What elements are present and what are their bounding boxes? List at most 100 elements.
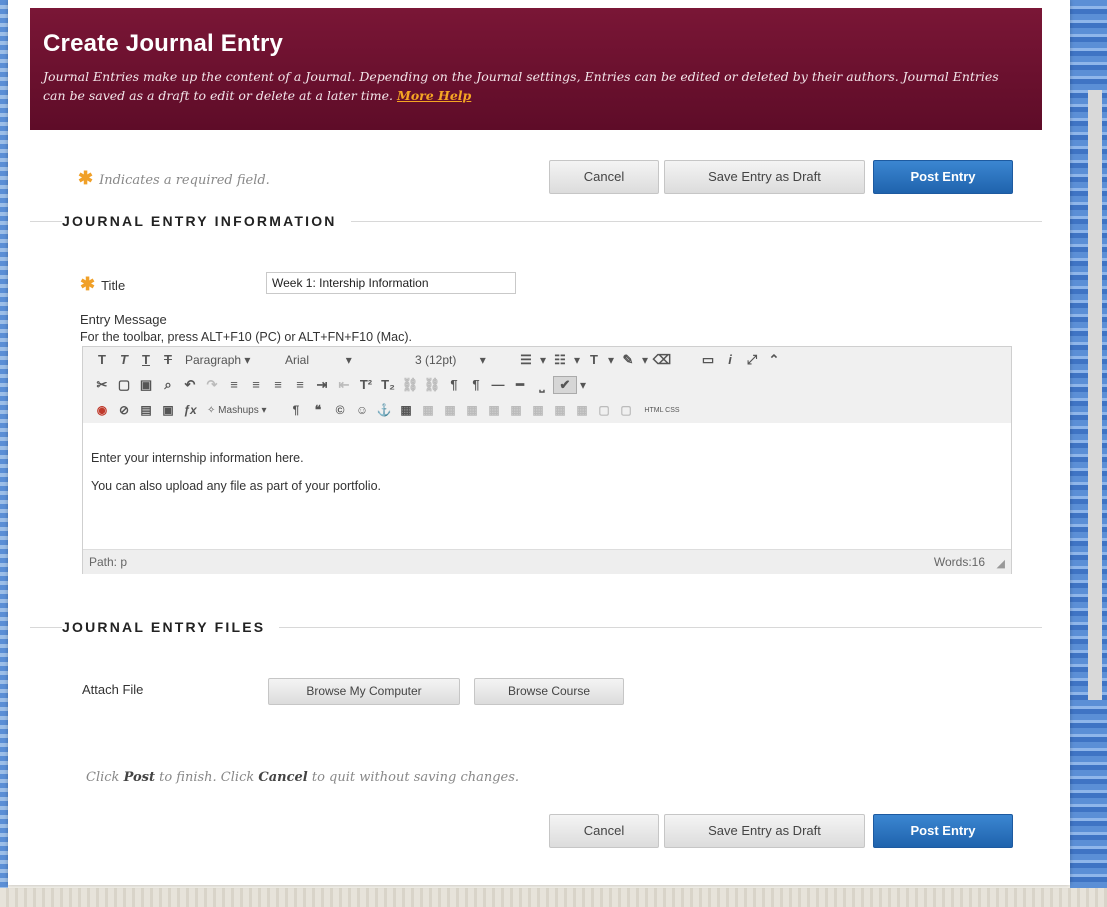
paragraph-mark-icon[interactable]: ¶ [285, 403, 307, 417]
editor-line-1: Enter your internship information here. [91, 451, 304, 465]
fullscreen-icon[interactable]: ⤢ [741, 352, 763, 368]
align-left-icon[interactable]: ≡ [223, 377, 245, 392]
paragraph-format-dropdown[interactable]: Paragraph ▾ [185, 353, 285, 367]
strikethrough-icon[interactable]: T [157, 352, 179, 367]
highlight-icon[interactable]: ✎ [617, 352, 639, 368]
info-icon[interactable]: i [719, 352, 741, 367]
find-icon[interactable]: ⌕ [157, 377, 179, 393]
emoticon-icon[interactable]: ☺ [351, 403, 373, 417]
save-draft-button-bottom[interactable]: Save Entry as Draft [664, 814, 865, 848]
page-description: Journal Entries make up the content of a… [43, 67, 1024, 105]
indent-icon[interactable]: ⇥ [311, 377, 333, 393]
save-draft-button-top[interactable]: Save Entry as Draft [664, 160, 865, 194]
copy-icon[interactable]: ▢ [113, 377, 135, 393]
page-title: Create Journal Entry [43, 30, 284, 57]
undo-icon[interactable]: ↶ [179, 377, 201, 393]
browse-my-computer-button[interactable]: Browse My Computer [268, 678, 460, 705]
description-text: Journal Entries make up the content of a… [43, 69, 999, 103]
toolbar-hint: For the toolbar, press ALT+F10 (PC) or A… [80, 330, 412, 344]
italic-style-icon[interactable]: T [113, 352, 135, 367]
footer-text-3: to quit without saving changes. [307, 770, 520, 785]
insert-col-before-icon[interactable]: ▦ [527, 403, 549, 417]
media-icon[interactable]: ▣ [157, 403, 179, 417]
footer-cancel-word: Cancel [258, 770, 308, 785]
merge-cell-icon[interactable]: ▢ [615, 403, 637, 417]
editor-toolbar-row-1: T T T T Paragraph ▾ Arial ▾ 3 (12pt) ▾ ☰… [83, 347, 1011, 372]
superscript-icon[interactable]: T² [355, 377, 377, 392]
collapse-toolbar-icon[interactable]: ⌃ [763, 352, 785, 368]
align-center-icon[interactable]: ≡ [245, 377, 267, 392]
attach-icon[interactable]: ⊘ [113, 403, 135, 417]
outdent-icon[interactable]: ⇤ [333, 377, 355, 393]
required-star-icon: ✱ [78, 168, 94, 189]
blockquote-icon[interactable]: ❝ [307, 403, 329, 417]
bottom-page-border [0, 888, 1107, 907]
editor-toolbar-row-3: ◉ ⊘ ▤ ▣ ƒx ✧ Mashups ▾ ¶ ❝ © ☺ ⚓ ▦ ▦ ▦ ▦… [83, 397, 1011, 423]
delete-col-icon[interactable]: ▦ [571, 403, 593, 417]
footer-text-2: to finish. Click [154, 770, 259, 785]
editor-content-area[interactable]: Enter your internship information here. … [83, 443, 1011, 547]
nonbreaking-space-icon[interactable]: ⎵ [531, 377, 553, 393]
browse-course-button[interactable]: Browse Course [474, 678, 624, 705]
insert-row-after-icon[interactable]: ▦ [483, 403, 505, 417]
subscript-icon[interactable]: T₂ [377, 377, 399, 392]
editor-path: Path: p [89, 555, 128, 569]
cancel-button-top[interactable]: Cancel [549, 160, 659, 194]
align-right-icon[interactable]: ≡ [267, 377, 289, 392]
ltr-icon[interactable]: ¶ [443, 377, 465, 392]
post-entry-button-bottom[interactable]: Post Entry [873, 814, 1013, 848]
journal-entry-information-heading: JOURNAL ENTRY INFORMATION [62, 213, 351, 229]
justify-icon[interactable]: ≡ [289, 377, 311, 392]
footer-text-1: Click [86, 770, 124, 785]
rich-text-editor: T T T T Paragraph ▾ Arial ▾ 3 (12pt) ▾ ☰… [82, 346, 1012, 574]
insert-row-before-icon[interactable]: ▦ [461, 403, 483, 417]
editor-line-2: You can also upload any file as part of … [91, 479, 382, 493]
image-icon[interactable]: ▤ [135, 403, 157, 417]
more-help-link[interactable]: More Help [397, 88, 471, 103]
spellcheck-icon[interactable]: ✔ [553, 375, 577, 394]
html-css-icon[interactable]: HTML CSS [637, 407, 687, 414]
cut-icon[interactable]: ✂ [91, 377, 113, 393]
insert-col-after-icon[interactable]: ▦ [549, 403, 571, 417]
text-color-icon[interactable]: T [583, 352, 605, 367]
word-count: Words:16 [933, 555, 985, 569]
numbered-list-icon[interactable]: ☷ [549, 352, 571, 368]
thick-rule-icon[interactable]: ━ [509, 377, 531, 393]
underline-style-icon[interactable]: T [135, 352, 157, 367]
paragraph-format-value: Paragraph [185, 352, 242, 367]
rtl-icon[interactable]: ¶ [465, 377, 487, 392]
preview-icon[interactable]: ▭ [697, 352, 719, 368]
left-page-border [0, 0, 8, 907]
link-icon[interactable]: ⛓ [399, 377, 421, 393]
post-entry-button-top[interactable]: Post Entry [873, 160, 1013, 194]
unlink-icon[interactable]: ⛓ [421, 377, 443, 393]
special-char-icon[interactable]: © [329, 403, 351, 417]
mashups-dropdown[interactable]: ✧ Mashups ▾ [207, 405, 285, 416]
footer-post-word: Post [123, 770, 155, 785]
required-field-note: ✱ Indicates a required field. [78, 168, 270, 189]
delete-row-icon[interactable]: ▦ [505, 403, 527, 417]
entry-message-label: Entry Message [80, 312, 167, 327]
table-cell-props-icon[interactable]: ▦ [439, 403, 461, 417]
paste-icon[interactable]: ▣ [135, 377, 157, 393]
scrollbar[interactable] [1088, 90, 1102, 700]
font-family-dropdown[interactable]: Arial ▾ [285, 353, 415, 367]
page-header: Create Journal Entry Journal Entries mak… [30, 8, 1042, 130]
split-cell-icon[interactable]: ▢ [593, 403, 615, 417]
eraser-icon[interactable]: ⌫ [651, 352, 673, 368]
resize-grip-icon[interactable]: ◢ [997, 557, 1005, 570]
bullet-list-icon[interactable]: ☰ [515, 352, 537, 368]
math-formula-icon[interactable]: ƒx [179, 403, 201, 417]
mashups-label: Mashups [218, 404, 259, 416]
table-icon[interactable]: ▦ [395, 403, 417, 417]
horizontal-rule-icon[interactable]: — [487, 377, 509, 392]
required-star-icon: ✱ [80, 274, 96, 294]
redo-icon[interactable]: ↷ [201, 377, 223, 393]
title-input[interactable] [266, 272, 516, 294]
table-row-props-icon[interactable]: ▦ [417, 403, 439, 417]
text-style-icon[interactable]: T [91, 352, 113, 367]
font-size-dropdown[interactable]: 3 (12pt) ▾ [415, 353, 515, 367]
cancel-button-bottom[interactable]: Cancel [549, 814, 659, 848]
anchor-icon[interactable]: ⚓ [373, 403, 395, 417]
record-icon[interactable]: ◉ [91, 403, 113, 417]
